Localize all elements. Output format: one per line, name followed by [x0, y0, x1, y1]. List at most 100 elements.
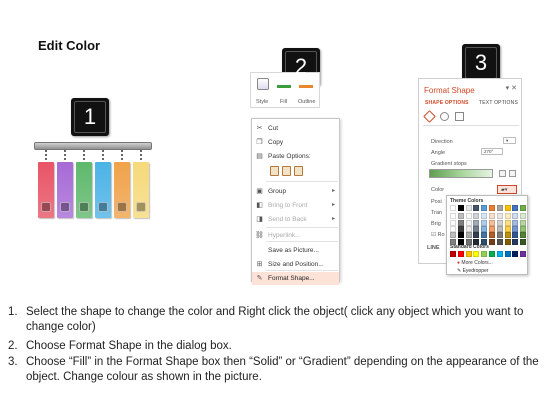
theme-color-swatch[interactable] — [481, 213, 488, 220]
fill-icon[interactable] — [277, 79, 291, 83]
theme-color-swatch[interactable] — [489, 205, 495, 211]
theme-color-swatch[interactable] — [450, 238, 456, 245]
theme-color-swatch[interactable] — [450, 219, 456, 226]
size-properties-icon[interactable] — [455, 112, 464, 121]
theme-color-swatch[interactable] — [520, 205, 527, 211]
standard-color-swatch[interactable] — [496, 251, 503, 257]
effects-icon[interactable] — [440, 112, 449, 121]
fill-line-icon[interactable] — [423, 110, 436, 123]
line-section-label[interactable]: LINE — [427, 245, 440, 251]
theme-color-swatch[interactable] — [465, 205, 472, 211]
gradient-stops-bar[interactable] — [429, 169, 493, 178]
theme-color-swatch[interactable] — [450, 225, 456, 232]
theme-color-swatch[interactable] — [496, 219, 503, 226]
theme-color-swatch[interactable] — [473, 238, 480, 245]
theme-color-swatch[interactable] — [450, 205, 456, 211]
theme-color-swatch[interactable] — [481, 205, 488, 211]
theme-color-swatch[interactable] — [520, 238, 527, 245]
color-tag[interactable] — [76, 162, 92, 218]
theme-color-swatch[interactable] — [481, 232, 488, 239]
menu-item-save-as-picture[interactable]: Save as Picture... — [252, 244, 339, 257]
theme-color-swatch[interactable] — [489, 225, 495, 232]
remove-stop-button[interactable] — [509, 170, 516, 177]
theme-color-swatch[interactable] — [520, 219, 527, 226]
theme-color-swatch[interactable] — [457, 225, 464, 232]
style-icon[interactable] — [257, 78, 269, 90]
menu-item-cut[interactable]: ✂ Cut — [252, 122, 339, 135]
theme-color-swatch[interactable] — [450, 213, 456, 220]
theme-color-swatch[interactable] — [496, 213, 503, 220]
standard-color-swatch[interactable] — [465, 251, 472, 257]
theme-color-swatch[interactable] — [512, 213, 519, 220]
theme-color-swatch[interactable] — [465, 232, 472, 239]
theme-color-swatch[interactable] — [496, 238, 503, 245]
color-tag[interactable] — [95, 162, 111, 218]
theme-color-swatch[interactable] — [489, 213, 495, 220]
theme-color-swatch[interactable] — [465, 238, 472, 245]
theme-color-swatch[interactable] — [504, 213, 511, 220]
color-tag[interactable] — [114, 162, 130, 218]
theme-color-swatch[interactable] — [473, 205, 480, 211]
theme-color-swatch[interactable] — [465, 213, 472, 220]
theme-color-swatch[interactable] — [489, 238, 495, 245]
tab-text-options[interactable]: TEXT OPTIONS — [479, 100, 518, 106]
standard-color-swatch[interactable] — [457, 251, 464, 257]
theme-color-swatch[interactable] — [481, 225, 488, 232]
standard-color-swatch[interactable] — [504, 251, 511, 257]
theme-color-swatch[interactable] — [489, 219, 495, 226]
theme-color-swatch[interactable] — [457, 232, 464, 239]
tab-shape-options[interactable]: SHAPE OPTIONS — [425, 100, 469, 106]
direction-dropdown[interactable]: ▾ — [503, 137, 516, 144]
theme-color-swatch[interactable] — [457, 213, 464, 220]
theme-color-swatch[interactable] — [520, 213, 527, 220]
add-stop-button[interactable] — [499, 170, 506, 177]
close-icon[interactable]: ▾ ✕ — [506, 84, 517, 92]
menu-item-group[interactable]: ▣ Group ▸ — [252, 185, 339, 198]
theme-color-swatch[interactable] — [520, 232, 527, 239]
theme-color-swatch[interactable] — [489, 232, 495, 239]
stop-markers[interactable] — [429, 179, 493, 185]
eyedropper-link[interactable]: ✎ Eyedropper — [457, 268, 488, 274]
rotate-with-shape-checkbox[interactable]: ☑ Ro — [431, 232, 445, 238]
menu-item-bring-to-front[interactable]: ◧ Bring to Front ▸ — [252, 199, 339, 212]
theme-color-swatch[interactable] — [512, 238, 519, 245]
theme-color-swatch[interactable] — [457, 219, 464, 226]
theme-color-swatch[interactable] — [504, 219, 511, 226]
theme-color-swatch[interactable] — [512, 232, 519, 239]
color-tag[interactable] — [57, 162, 73, 218]
paste-option-icon[interactable] — [270, 166, 279, 176]
theme-color-swatch[interactable] — [504, 205, 511, 211]
theme-color-swatch[interactable] — [450, 232, 456, 239]
outline-icon[interactable] — [299, 79, 313, 83]
angle-field[interactable]: 270° — [481, 148, 503, 155]
theme-color-swatch[interactable] — [473, 232, 480, 239]
theme-color-swatch[interactable] — [481, 238, 488, 245]
theme-color-swatch[interactable] — [496, 205, 503, 211]
menu-item-format-shape[interactable]: ✎ Format Shape... — [252, 272, 339, 285]
paste-option-icon[interactable] — [282, 166, 291, 176]
theme-color-swatch[interactable] — [512, 225, 519, 232]
standard-color-swatch[interactable] — [473, 251, 480, 257]
standard-color-swatch[interactable] — [489, 251, 495, 257]
theme-color-swatch[interactable] — [504, 225, 511, 232]
standard-color-swatch[interactable] — [481, 251, 488, 257]
theme-color-swatch[interactable] — [520, 225, 527, 232]
standard-color-swatch[interactable] — [512, 251, 519, 257]
standard-color-swatch[interactable] — [450, 251, 456, 257]
color-dropdown-button[interactable]: ▰▾ — [497, 185, 517, 194]
theme-color-swatch[interactable] — [481, 219, 488, 226]
theme-color-swatch[interactable] — [512, 219, 519, 226]
theme-color-swatch[interactable] — [465, 219, 472, 226]
theme-color-swatch[interactable] — [473, 225, 480, 232]
theme-color-swatch[interactable] — [504, 238, 511, 245]
standard-color-swatch[interactable] — [520, 251, 527, 257]
theme-color-swatch[interactable] — [512, 205, 519, 211]
theme-color-swatch[interactable] — [457, 205, 464, 211]
theme-color-swatch[interactable] — [496, 232, 503, 239]
color-tag[interactable] — [38, 162, 54, 218]
paste-option-icon[interactable] — [294, 166, 303, 176]
color-tag[interactable] — [133, 162, 149, 218]
theme-color-swatch[interactable] — [465, 225, 472, 232]
menu-item-copy[interactable]: ❐ Copy — [252, 136, 339, 149]
more-colors-link[interactable]: ● More Colors... — [457, 260, 493, 266]
